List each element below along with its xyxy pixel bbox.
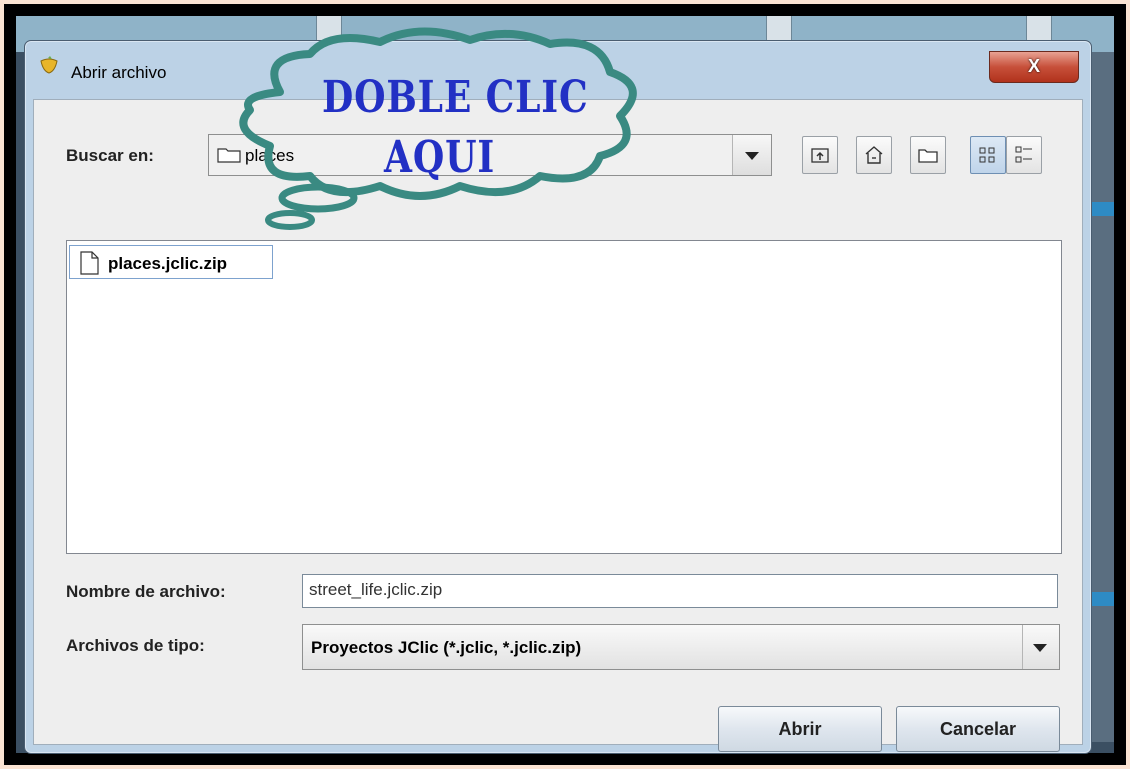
- home-button[interactable]: [856, 136, 892, 174]
- filename-input[interactable]: [303, 575, 1055, 605]
- filetype-combo[interactable]: Proyectos JClic (*.jclic, *.jclic.zip): [302, 624, 1060, 670]
- dialog-title: Abrir archivo: [71, 63, 167, 82]
- cloud-outline: [239, 27, 637, 230]
- list-view-icon: [979, 147, 995, 163]
- home-icon: [865, 146, 883, 164]
- file-name: places.jclic.zip: [108, 254, 228, 273]
- filetype-dropdown-button[interactable]: [1022, 625, 1059, 669]
- jclic-app-icon: [40, 56, 58, 74]
- open-button[interactable]: Abrir: [718, 706, 882, 752]
- up-folder-button[interactable]: [802, 136, 838, 174]
- cancel-button[interactable]: Cancelar: [896, 706, 1060, 752]
- chevron-down-icon: [1033, 644, 1047, 652]
- new-folder-button[interactable]: [910, 136, 946, 174]
- chevron-down-icon: [745, 152, 759, 160]
- close-button[interactable]: X: [989, 51, 1079, 83]
- close-icon: X: [1027, 56, 1040, 76]
- lookin-dropdown-button[interactable]: [732, 135, 771, 175]
- filename-field[interactable]: [302, 574, 1058, 608]
- filename-label: Nombre de archivo:: [66, 582, 226, 601]
- up-folder-icon: [811, 148, 829, 163]
- details-view-button[interactable]: [1006, 136, 1042, 174]
- annotation-cloud: DOBLE CLIC AQUI: [210, 26, 670, 236]
- annotation-line2: AQUI: [384, 132, 496, 183]
- lookin-label: Buscar en:: [66, 146, 154, 165]
- annotation-line1: DOBLE CLIC: [322, 72, 589, 123]
- filetype-value: Proyectos JClic (*.jclic, *.jclic.zip): [311, 638, 582, 657]
- file-list[interactable]: places.jclic.zip: [66, 240, 1062, 554]
- list-item[interactable]: places.jclic.zip: [69, 245, 273, 279]
- filetype-label: Archivos de tipo:: [66, 636, 205, 655]
- list-view-button[interactable]: [970, 136, 1006, 174]
- file-icon: [80, 251, 99, 275]
- details-view-icon: [1015, 146, 1032, 163]
- new-folder-icon: [918, 149, 938, 163]
